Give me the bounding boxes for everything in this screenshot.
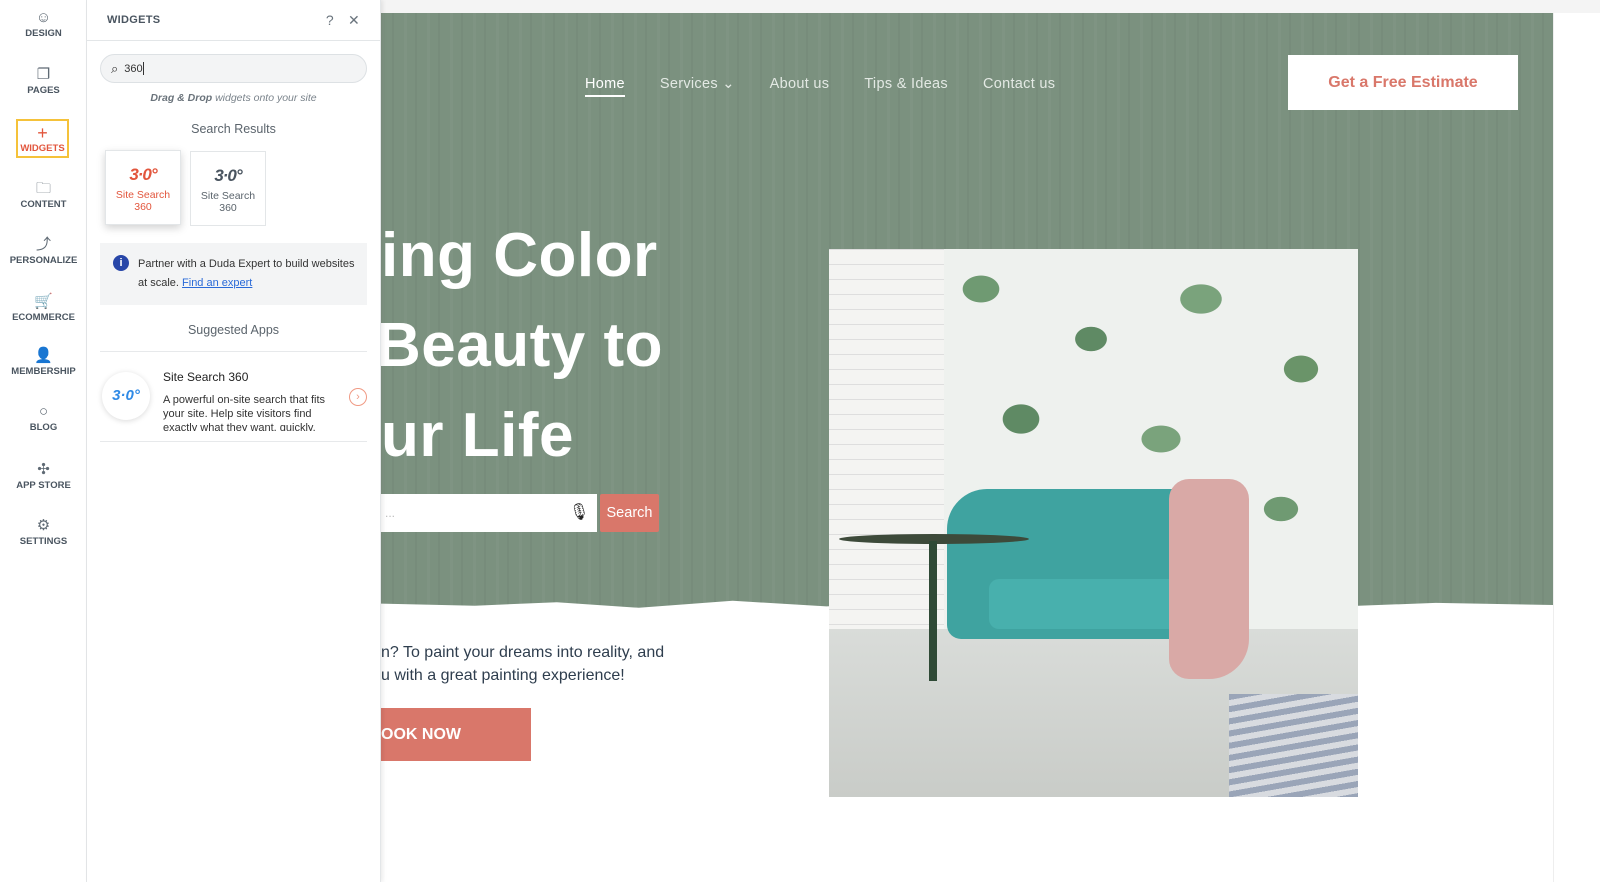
chevron-right-icon[interactable]: ›: [349, 388, 367, 406]
search-icon: ⌕: [111, 60, 119, 76]
palette-icon: ☺: [35, 9, 52, 26]
microphone-icon[interactable]: 🎙: [569, 502, 589, 522]
site-nav: Home Services ⌄ About us Tips & Ideas Co…: [585, 76, 1055, 97]
rail-item-design[interactable]: ☺ DESIGN: [0, 8, 87, 39]
chat-icon: ○: [38, 403, 49, 420]
headline-line-2: Beauty to: [381, 311, 663, 380]
rail-item-widgets[interactable]: + WIDGETS: [16, 119, 69, 158]
panel-header: WIDGETS ? ✕: [87, 0, 380, 41]
rail-label: SETTINGS: [19, 536, 68, 547]
book-now-button[interactable]: OOK NOW: [381, 708, 531, 761]
headline-line-1: ing Color: [381, 221, 658, 290]
site-search-360-logo: 3·0°: [129, 165, 157, 184]
headline-line-3: ur Life: [381, 401, 574, 470]
rail-label: APP STORE: [16, 480, 71, 491]
cart-icon: 🛒: [34, 293, 53, 310]
widget-label: Site Search 360: [115, 189, 171, 213]
nav-contact[interactable]: Contact us: [983, 76, 1055, 97]
nav-services[interactable]: Services ⌄: [660, 76, 735, 97]
widget-label: Site Search 360: [200, 190, 256, 214]
intro-text-line-2: u with a great painting experience!: [381, 667, 625, 684]
site-search-input[interactable]: ...: [381, 494, 597, 532]
rail-label: PAGES: [27, 85, 60, 96]
suggested-apps-title: Suggested Apps: [187, 323, 280, 337]
search-value: 360: [124, 62, 143, 75]
rail-label: PERSONALIZE: [9, 255, 78, 266]
app-description: A powerful on-site search that fits your…: [163, 394, 326, 431]
rail-item-settings[interactable]: ⚙ SETTINGS: [0, 516, 87, 547]
personalize-icon: ⤴: [35, 236, 51, 253]
pages-icon: ❐: [36, 66, 51, 83]
plus-icon: +: [37, 123, 48, 143]
widget-card-site-search-360[interactable]: 3·0° Site Search 360: [105, 150, 181, 225]
expert-info-box: i Partner with a Duda Expert to build web…: [100, 243, 367, 305]
gear-icon: ⚙: [36, 517, 51, 534]
hero-room-image: [829, 249, 1358, 797]
find-expert-link[interactable]: Find an expert: [182, 277, 252, 289]
rail-label: MEMBERSHIP: [11, 366, 76, 377]
site-search-button[interactable]: Search: [600, 494, 659, 532]
nav-about[interactable]: About us: [770, 76, 830, 97]
site-preview: Home Services ⌄ About us Tips & Ideas Co…: [381, 0, 1600, 882]
rail-item-personalize[interactable]: ⤴ PERSONALIZE: [0, 235, 87, 266]
rail-label: ECOMMERCE: [12, 312, 75, 323]
search-results-title: Search Results: [191, 122, 276, 136]
preview-scrollbar[interactable]: [1553, 13, 1600, 882]
close-icon[interactable]: ✕: [348, 12, 360, 29]
left-nav-rail: ☺ DESIGN ❐ PAGES + WIDGETS 🗀 CONTENT ⤴ PERSON…: [0, 0, 87, 882]
rail-item-pages[interactable]: ❐ PAGES: [0, 65, 87, 96]
drag-drop-hint: Drag & Drop widgets onto your site: [150, 92, 317, 104]
rail-item-content[interactable]: 🗀 CONTENT: [0, 179, 87, 210]
nav-home[interactable]: Home: [585, 76, 625, 97]
rail-item-blog[interactable]: ○ BLOG: [0, 402, 87, 433]
site-search-360-logo: 3·0°: [214, 166, 242, 185]
widget-card-site-search-360-alt[interactable]: 3·0° Site Search 360: [190, 151, 266, 226]
intro-text-line-1: n? To paint your dreams into reality, an…: [381, 644, 665, 661]
puzzle-icon: ✣: [37, 461, 50, 478]
info-icon: i: [113, 255, 129, 271]
app-logo: 3·0°: [102, 372, 150, 420]
rail-item-membership[interactable]: 👤 MEMBERSHIP: [0, 346, 87, 377]
rail-item-ecommerce[interactable]: 🛒 ECOMMERCE: [0, 292, 87, 323]
panel-title: WIDGETS: [107, 14, 161, 26]
rail-item-app-store[interactable]: ✣ APP STORE: [0, 460, 87, 491]
widget-search-input[interactable]: ⌕ 360: [100, 54, 367, 83]
person-icon: 👤: [34, 347, 53, 364]
widgets-panel: WIDGETS ? ✕ ⌕ 360 Drag & Drop widgets ont…: [87, 0, 381, 882]
folder-icon: 🗀: [35, 180, 51, 197]
rail-label: DESIGN: [25, 28, 62, 39]
app-title: Site Search 360: [163, 370, 249, 384]
help-icon[interactable]: ?: [326, 12, 334, 28]
free-estimate-button[interactable]: Get a Free Estimate: [1288, 55, 1518, 110]
rail-label: CONTENT: [20, 199, 67, 210]
rail-label: WIDGETS: [20, 143, 65, 154]
nav-tips[interactable]: Tips & Ideas: [864, 76, 948, 97]
suggested-app-site-search-360[interactable]: 3·0° Site Search 360 A powerful on-site …: [100, 352, 367, 442]
rail-label: BLOG: [29, 422, 58, 433]
